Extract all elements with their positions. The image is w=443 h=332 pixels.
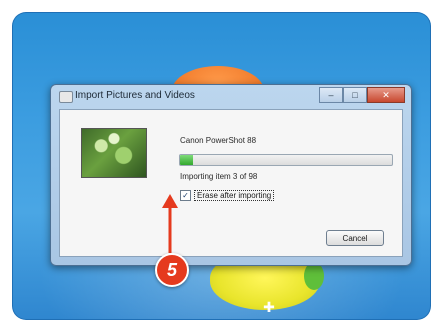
close-button[interactable]: ✕ (367, 87, 405, 103)
desktop-background: ✚ Import Pictures and Videos – □ ✕ Canon… (12, 12, 431, 320)
dialog-content: Canon PowerShot 88 Importing item 3 of 9… (59, 109, 403, 257)
photo-thumbnail (81, 128, 147, 178)
maximize-button[interactable]: □ (343, 87, 367, 103)
dialog-title: Import Pictures and Videos (75, 90, 195, 101)
erase-after-importing-checkbox[interactable]: ✓ (180, 190, 191, 201)
caption-buttons: – □ ✕ (319, 87, 405, 103)
mouse-cursor-icon: ✚ (263, 299, 275, 315)
device-name: Canon PowerShot 88 (180, 136, 257, 145)
import-status: Importing item 3 of 98 (180, 172, 258, 181)
step-number-callout: 5 (155, 253, 189, 287)
import-dialog: Import Pictures and Videos – □ ✕ Canon P… (50, 84, 412, 266)
cancel-button[interactable]: Cancel (326, 230, 384, 246)
import-app-icon (59, 91, 73, 103)
import-progress-bar (179, 154, 393, 166)
progress-fill (180, 155, 193, 165)
erase-after-importing-label[interactable]: Erase after importing (194, 190, 275, 201)
erase-after-importing-option[interactable]: ✓ Erase after importing (180, 190, 275, 201)
desktop-wallpaper-green-shape (304, 262, 324, 290)
minimize-button[interactable]: – (319, 87, 343, 103)
dialog-titlebar[interactable]: Import Pictures and Videos – □ ✕ (51, 85, 411, 109)
